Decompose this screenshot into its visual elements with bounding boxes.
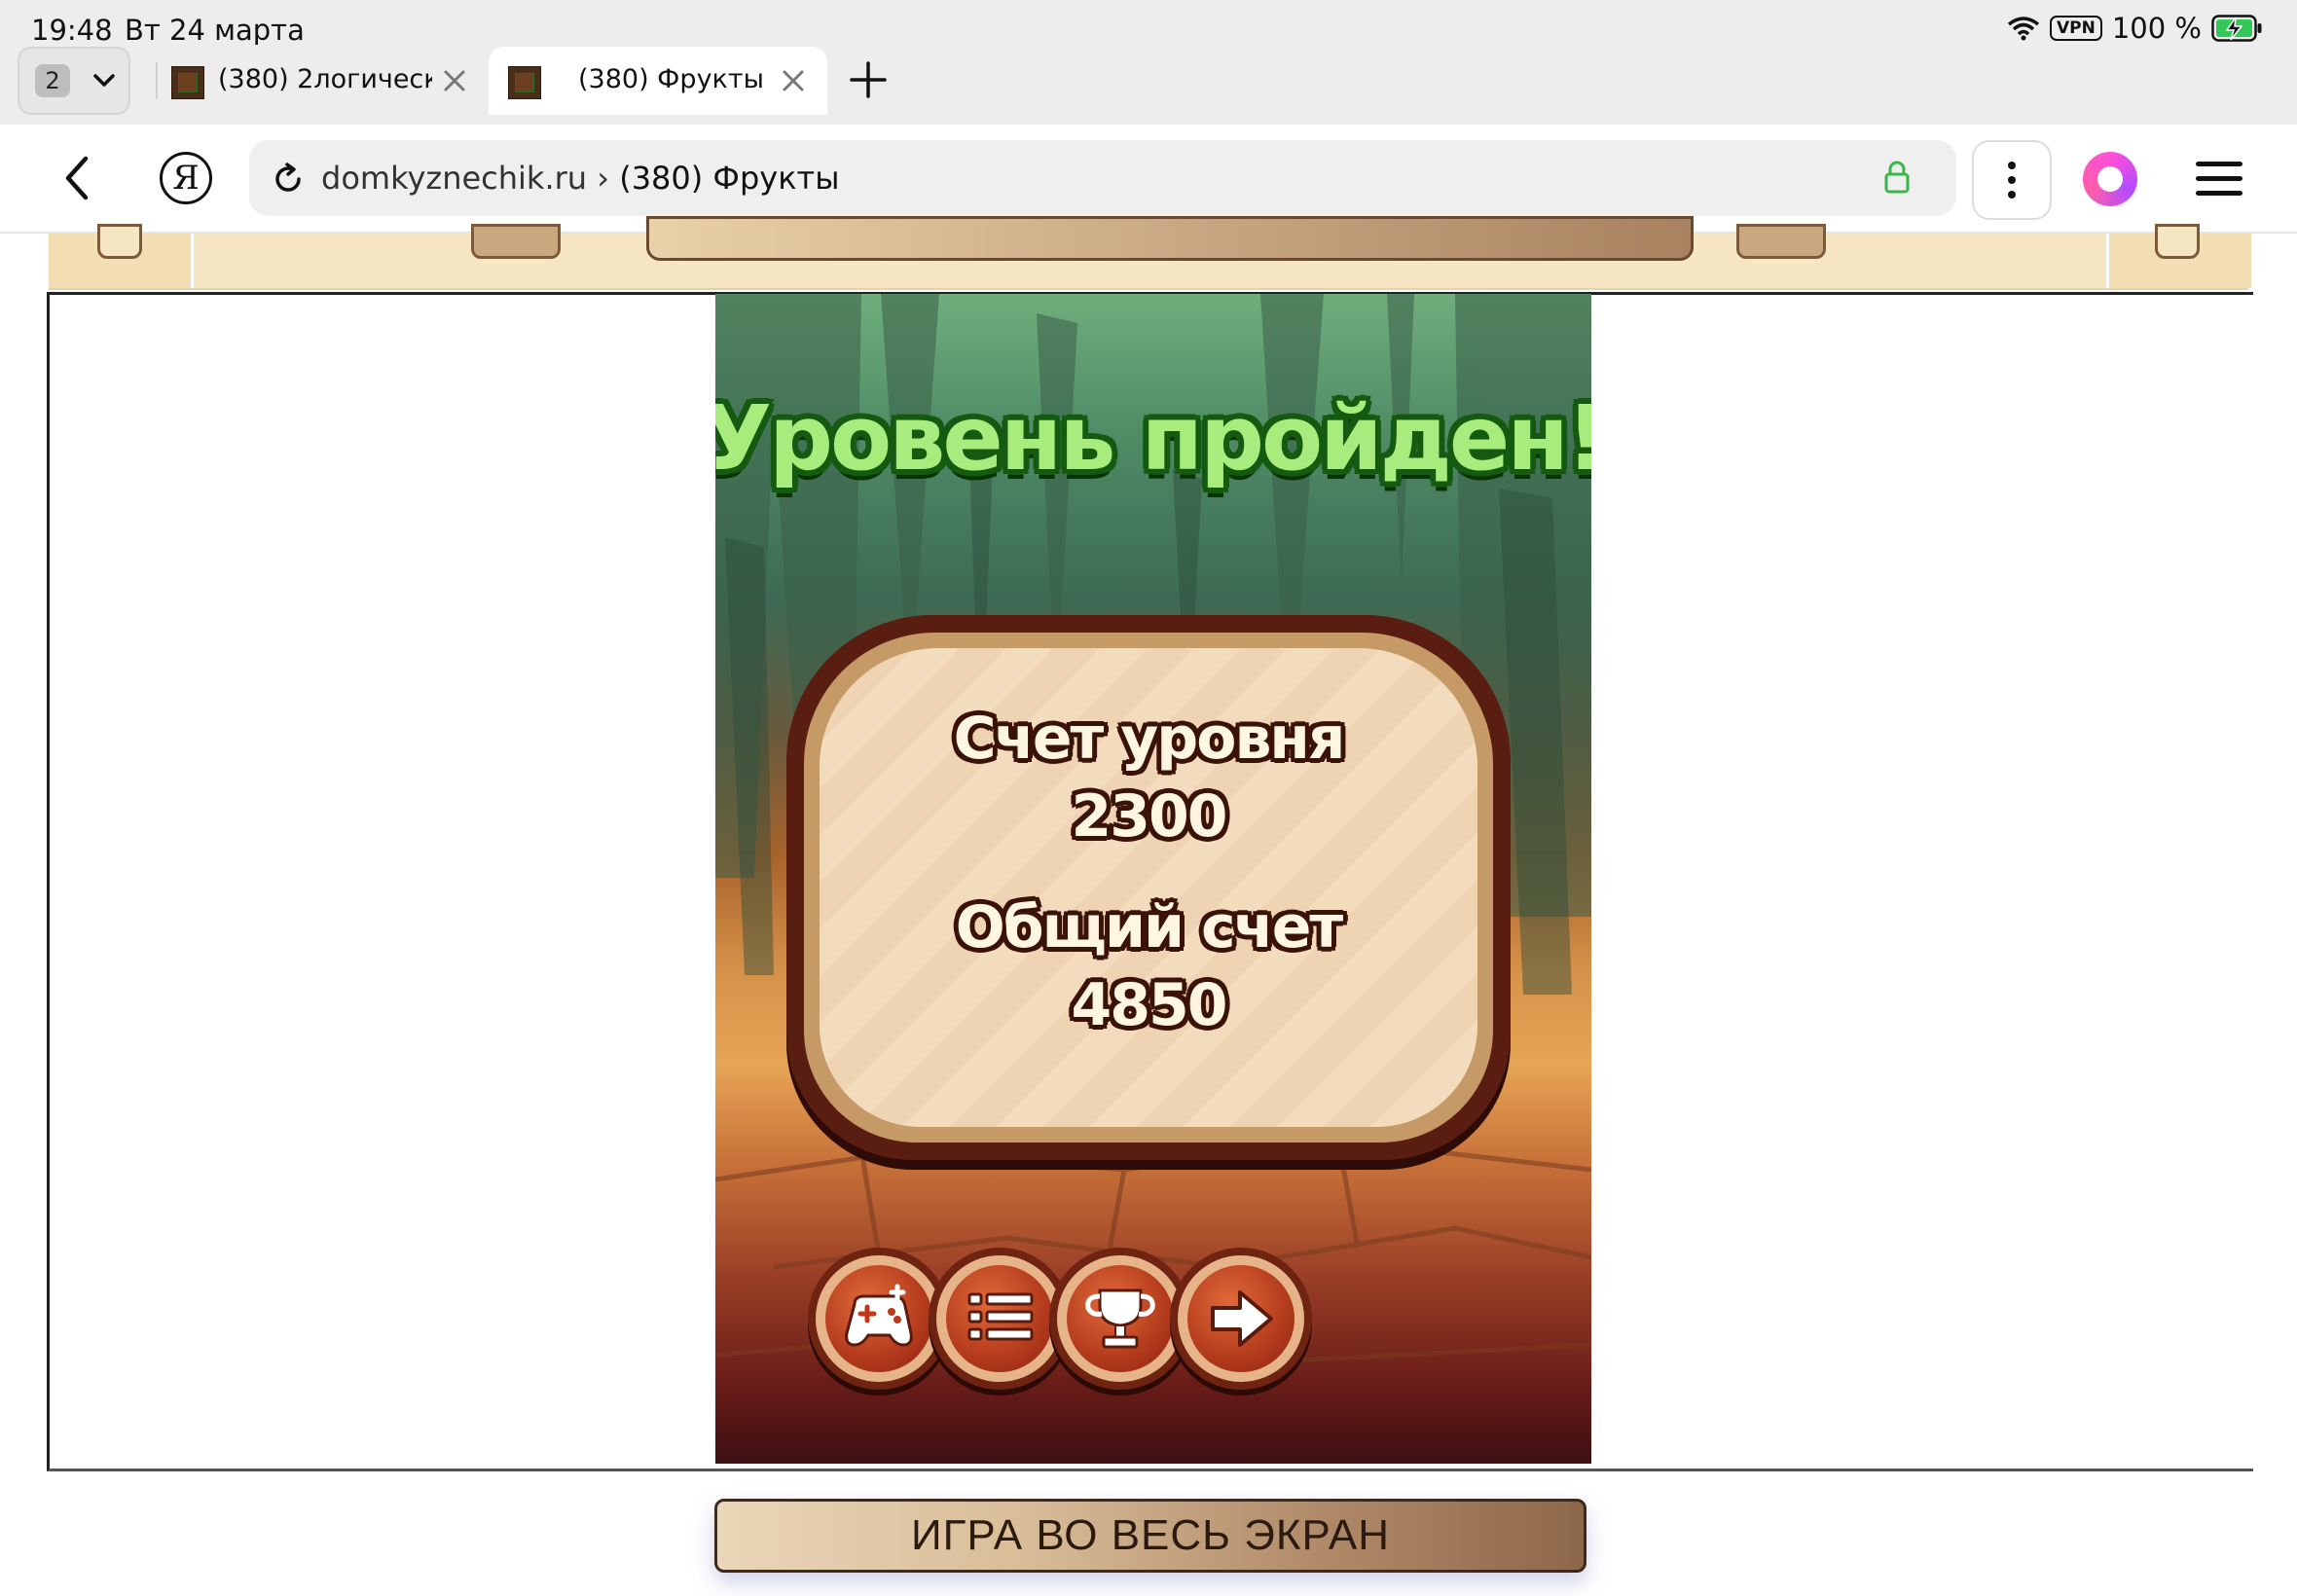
tab-title: (380) Фрукты [578, 64, 764, 94]
site-banner-strip [49, 216, 2251, 290]
hamburger-menu-icon[interactable] [2196, 160, 2244, 199]
alice-assistant-icon[interactable] [2083, 152, 2137, 206]
battery-icon [2211, 15, 2262, 42]
site-favicon-icon [171, 66, 204, 99]
chevron-down-icon [93, 74, 115, 87]
total-score-value: 4850 [1071, 971, 1228, 1039]
url-page-title: (380) Фрукты [619, 160, 840, 197]
url-separator: › [587, 160, 620, 197]
site-favicon-icon [508, 66, 541, 99]
banner-pill [1736, 224, 1826, 259]
battery-percent: 100 % [2111, 12, 2202, 45]
close-icon[interactable] [440, 66, 469, 95]
back-arrow-icon[interactable] [58, 154, 97, 202]
wifi-icon [2007, 17, 2040, 41]
tab-item[interactable]: (380) 2логическ... [164, 47, 477, 115]
banner-pill [471, 224, 561, 259]
next-level-button[interactable] [1170, 1248, 1312, 1390]
dot-icon [2008, 162, 2016, 169]
list-icon [967, 1292, 1034, 1341]
banner-pill [2155, 224, 2200, 259]
trophy-icon [1085, 1288, 1155, 1349]
level-complete-title: Уровень пройден! [715, 386, 1591, 490]
banner-share-button[interactable] [646, 216, 1694, 261]
status-date: Вт 24 марта [125, 14, 305, 47]
status-time: 19:48 [31, 14, 113, 47]
vpn-badge: VPN [2050, 16, 2102, 41]
tab-count-button[interactable]: 2 [18, 47, 130, 115]
reload-icon[interactable] [271, 162, 306, 197]
level-score-label: Счет уровня [953, 705, 1346, 773]
banner-pill [97, 224, 142, 259]
lock-icon[interactable] [1882, 160, 1912, 195]
tab-count: 2 [35, 64, 70, 97]
level-score-value: 2300 [1071, 782, 1228, 851]
url-domain: domkyznechik.ru [321, 160, 588, 197]
tab-item-active[interactable]: (380) Фрукты [489, 47, 827, 115]
score-panel: Счет уровня 2300 Общий счет 4850 [786, 615, 1511, 1160]
address-bar[interactable]: domkyznechik.ru › (380) Фрукты [249, 140, 1956, 216]
url-text: domkyznechik.ru › (380) Фрукты [321, 160, 839, 197]
status-indicators: VPN 100 % [2007, 12, 2264, 45]
dot-icon [2008, 191, 2016, 199]
close-icon[interactable] [779, 66, 808, 95]
tab-title: (380) 2логическ... [218, 64, 432, 94]
dot-icon [2008, 176, 2016, 184]
fullscreen-game-button[interactable]: ИГРА ВО ВЕСЬ ЭКРАН [714, 1499, 1586, 1573]
arrow-right-icon [1211, 1290, 1273, 1347]
game-canvas[interactable]: Уровень пройден! Счет уровня 2300 Общий … [715, 294, 1591, 1464]
tab-strip: 2 (380) 2логическ... (380) Фрукты [0, 45, 2297, 125]
tab-separator [156, 62, 158, 99]
yandex-logo-icon[interactable]: Я [160, 152, 212, 204]
new-tab-plus-icon[interactable] [849, 60, 888, 99]
gamepad-icon [845, 1284, 913, 1347]
more-options-button[interactable] [1972, 140, 2052, 220]
total-score-label: Общий счет [955, 893, 1343, 961]
